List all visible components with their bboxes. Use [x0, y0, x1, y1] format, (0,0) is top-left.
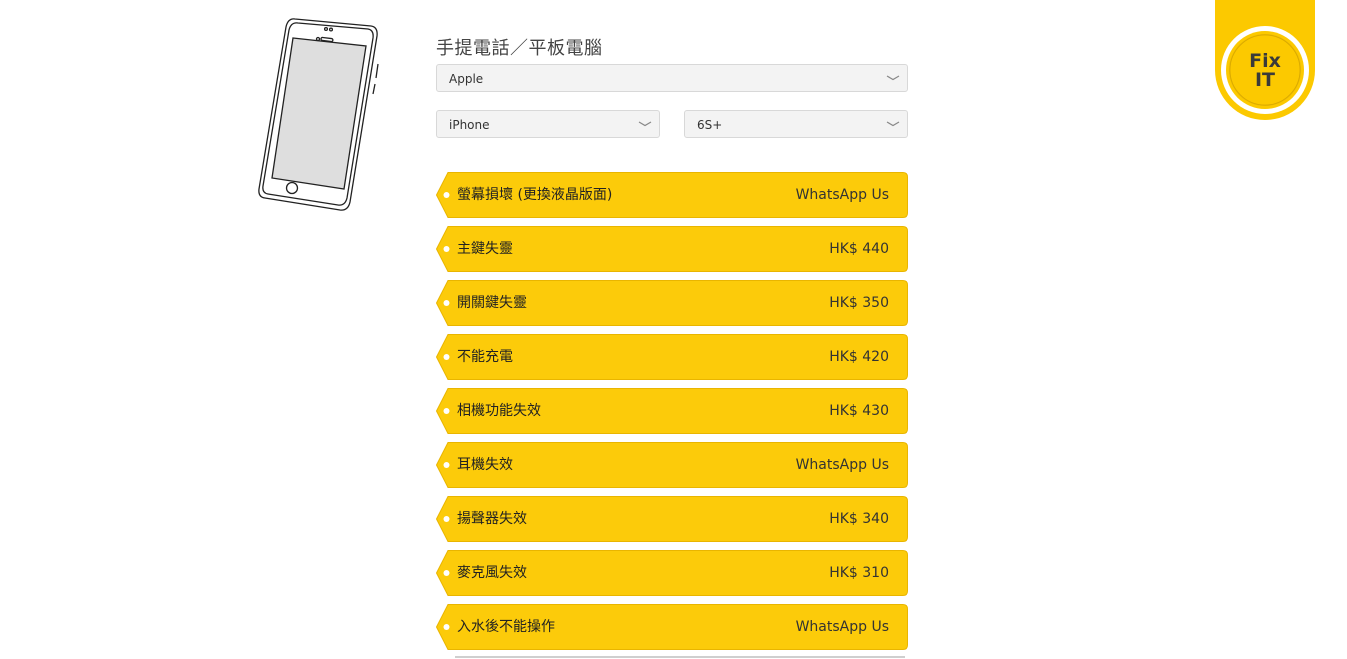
repair-item-microphone[interactable]: 麥克風失效 HK$ 310: [436, 550, 908, 596]
repair-name: 不能充電: [457, 349, 513, 365]
repair-name: 開關鍵失靈: [457, 295, 527, 311]
repair-item-camera[interactable]: 相機功能失效 HK$ 430: [436, 388, 908, 434]
repair-item-earphone[interactable]: 耳機失效 WhatsApp Us: [436, 442, 908, 488]
repair-price: HK$ 420: [829, 349, 889, 365]
repair-price: HK$ 350: [829, 295, 889, 311]
repair-price-list: 螢幕損壞 (更換液晶版面) WhatsApp Us 主鍵失靈 HK$ 440 開…: [436, 172, 908, 658]
brand-select[interactable]: Apple: [436, 64, 908, 92]
model-select[interactable]: 6S+: [684, 110, 908, 138]
repair-price: HK$ 430: [829, 403, 889, 419]
repair-price: HK$ 340: [829, 511, 889, 527]
repair-name: 入水後不能操作: [457, 619, 555, 635]
repair-item-charging[interactable]: 不能充電 HK$ 420: [436, 334, 908, 380]
repair-name: 揚聲器失效: [457, 511, 527, 527]
repair-name: 耳機失效: [457, 457, 513, 473]
repair-item-screen[interactable]: 螢幕損壞 (更換液晶版面) WhatsApp Us: [436, 172, 908, 218]
phone-illustration-icon: [258, 18, 379, 211]
repair-price: WhatsApp Us: [795, 187, 889, 203]
fix-it-logo-text: Fix IT: [1232, 52, 1298, 90]
device-type-select-value: iPhone: [449, 118, 490, 132]
page-title: 手提電話／平板電腦: [436, 38, 603, 59]
model-select-value: 6S+: [697, 118, 723, 132]
repair-price: WhatsApp Us: [795, 619, 889, 635]
device-type-select[interactable]: iPhone: [436, 110, 660, 138]
repair-price: HK$ 440: [829, 241, 889, 257]
next-item-edge: [455, 656, 905, 658]
repair-name: 主鍵失靈: [457, 241, 513, 257]
repair-name: 麥克風失效: [457, 565, 527, 581]
repair-name: 螢幕損壞 (更換液晶版面): [457, 187, 613, 203]
chevron-down-icon: [638, 121, 652, 127]
repair-price: WhatsApp Us: [795, 457, 889, 473]
chevron-down-icon: [886, 75, 900, 81]
logo-line-2: IT: [1254, 69, 1276, 91]
chevron-down-icon: [886, 121, 900, 127]
repair-item-power-button[interactable]: 開關鍵失靈 HK$ 350: [436, 280, 908, 326]
repair-item-water-damage[interactable]: 入水後不能操作 WhatsApp Us: [436, 604, 908, 650]
brand-select-value: Apple: [449, 72, 484, 86]
repair-item-home-button[interactable]: 主鍵失靈 HK$ 440: [436, 226, 908, 272]
repair-name: 相機功能失效: [457, 403, 541, 419]
repair-item-speaker[interactable]: 揚聲器失效 HK$ 340: [436, 496, 908, 542]
repair-price: HK$ 310: [829, 565, 889, 581]
